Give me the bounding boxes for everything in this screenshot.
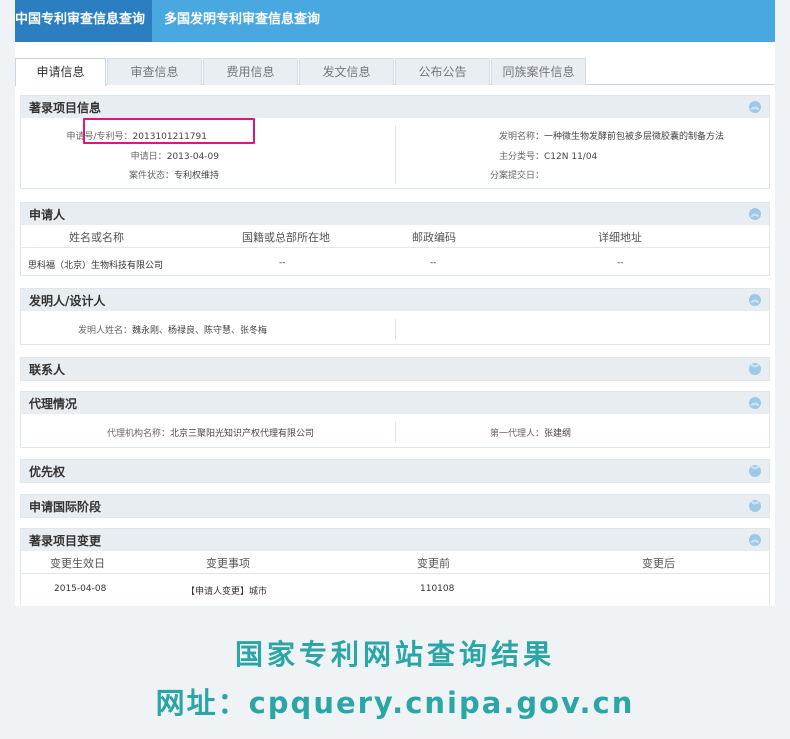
collapse-icon[interactable]: ︽	[749, 397, 761, 409]
invention-name-row: 发明名称：一种微生物发酵前包被多层微胶囊的制备方法	[499, 132, 725, 142]
expand-icon[interactable]: ︾	[749, 500, 761, 512]
agency-org-row: 代理机构名称：北京三聚阳光知识产权代理有限公司	[107, 429, 315, 439]
top-nav: 中国专利审查信息查询 多国发明专利审查信息查询	[15, 0, 775, 42]
section-title: 申请人	[29, 207, 66, 222]
tab-publication[interactable]: 公布公告	[395, 58, 490, 85]
main-class-row: 主分类号：C12N 11/04	[499, 152, 598, 162]
agency-header[interactable]: 代理情况 ︽	[21, 392, 769, 414]
changes-header[interactable]: 著录项目变更 ︽	[21, 529, 769, 551]
priority-header[interactable]: 优先权 ︾	[21, 460, 769, 482]
priority-section: 优先权 ︾	[20, 459, 770, 483]
tab-dispatch-info[interactable]: 发文信息	[299, 58, 394, 85]
contact-section: 联系人 ︾	[20, 357, 770, 381]
intl-stage-section: 申请国际阶段 ︾	[20, 494, 770, 518]
divider	[395, 422, 396, 442]
tab-fee-info[interactable]: 费用信息	[203, 58, 298, 85]
col-after: 变更后	[642, 557, 675, 570]
applicant-header[interactable]: 申请人 ︽	[21, 203, 769, 225]
change-item: 【申请人变更】城市	[186, 587, 268, 597]
agent-row: 第一代理人：张建纲	[490, 429, 572, 439]
divisional-row: 分案提交日：	[490, 171, 545, 181]
section-title: 代理情况	[29, 396, 78, 411]
divider	[395, 319, 396, 339]
contact-header[interactable]: 联系人 ︾	[21, 358, 769, 380]
divider	[21, 247, 769, 248]
inventor-header[interactable]: 发明人/设计人 ︽	[21, 289, 769, 311]
section-title: 著录项目信息	[29, 100, 102, 115]
app-frame: 中国专利审查信息查询 多国发明专利审查信息查询 申请信息 审查信息 费用信息 发…	[15, 0, 775, 606]
tab-application-info[interactable]: 申请信息	[15, 58, 106, 86]
inventor-names: 魏永刚、杨禄良、陈守慧、张冬梅	[132, 326, 268, 336]
case-status: 专利权维持	[173, 171, 219, 181]
tab-examination-info[interactable]: 审查信息	[107, 58, 202, 85]
app-date-row: 申请日：2013-04-09	[130, 152, 219, 162]
section-title: 发明人/设计人	[29, 293, 106, 308]
app-date: 2013-04-09	[166, 152, 219, 162]
caption-title: 国家专利网站查询结果	[234, 638, 555, 671]
col-address: 详细地址	[598, 231, 642, 244]
col-name: 姓名或名称	[69, 231, 124, 244]
section-title: 联系人	[29, 362, 66, 377]
col-before: 变更前	[417, 557, 450, 570]
section-title: 著录项目变更	[29, 533, 102, 548]
expand-icon[interactable]: ︾	[749, 465, 761, 477]
tab-bar: 申请信息 审查信息 费用信息 发文信息 公布公告 同族案件信息	[15, 58, 775, 86]
agency-section: 代理情况 ︽ 代理机构名称：北京三聚阳光知识产权代理有限公司 第一代理人：张建纲	[20, 391, 770, 448]
agency-org: 北京三聚阳光知识产权代理有限公司	[170, 429, 315, 439]
biblio-header[interactable]: 著录项目信息 ︽	[21, 96, 769, 118]
collapse-icon[interactable]: ︽	[749, 101, 761, 113]
change-before: 110108	[420, 584, 455, 594]
applicant-nationality: --	[279, 258, 286, 268]
inventor-row: 发明人姓名：魏永刚、杨禄良、陈守慧、张冬梅	[78, 326, 268, 336]
change-date: 2015-04-08	[54, 584, 107, 594]
section-title: 优先权	[29, 464, 66, 479]
app-no-highlight-box	[83, 118, 255, 144]
nav-china-patent-query[interactable]: 中国专利审查信息查询	[15, 0, 152, 42]
section-title: 申请国际阶段	[29, 499, 102, 514]
main-class: C12N 11/04	[544, 152, 598, 162]
divider	[395, 126, 396, 184]
inventor-section: 发明人/设计人 ︽ 发明人姓名：魏永刚、杨禄良、陈守慧、张冬梅	[20, 288, 770, 345]
col-nationality: 国籍或总部所在地	[242, 231, 330, 244]
status-row: 案件状态：专利权维持	[128, 171, 219, 181]
tab-family-cases[interactable]: 同族案件信息	[491, 58, 586, 85]
applicant-section: 申请人 ︽ 姓名或名称 国籍或总部所在地 邮政编码 详细地址 思科福（北京）生物…	[20, 202, 770, 276]
collapse-icon[interactable]: ︽	[749, 294, 761, 306]
intl-stage-header[interactable]: 申请国际阶段 ︾	[21, 495, 769, 517]
col-postcode: 邮政编码	[412, 231, 456, 244]
caption-url: 网址：cpquery.cnipa.gov.cn	[155, 686, 635, 720]
first-agent: 张建纲	[544, 429, 572, 439]
collapse-icon[interactable]: ︽	[749, 208, 761, 220]
divider	[21, 573, 769, 574]
applicant-name: 思科福（北京）生物科技有限公司	[28, 261, 164, 271]
col-effective-date: 变更生效日	[50, 557, 105, 570]
col-change-item: 变更事项	[206, 557, 250, 570]
invention-name: 一种微生物发酵前包被多层微胶囊的制备方法	[544, 132, 725, 142]
changes-section: 著录项目变更 ︽ 变更生效日 变更事项 变更前 变更后 2015-04-08 【…	[20, 528, 770, 606]
expand-icon[interactable]: ︾	[749, 363, 761, 375]
applicant-postcode: --	[430, 258, 437, 268]
nav-multi-country-query[interactable]: 多国发明专利审查信息查询	[152, 0, 332, 42]
collapse-icon[interactable]: ︽	[749, 534, 761, 546]
applicant-address: --	[617, 258, 624, 268]
